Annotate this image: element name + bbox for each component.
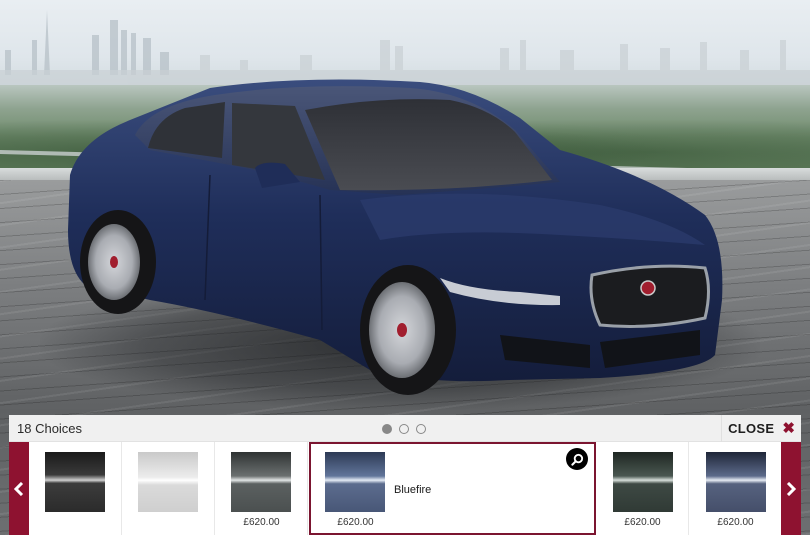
swatch-chip (45, 452, 105, 512)
colour-swatch-selected[interactable]: £620.00 Bluefire (309, 442, 596, 535)
close-label: CLOSE (728, 421, 775, 436)
swatch-chip (231, 452, 291, 512)
jaguar-badge (640, 280, 656, 296)
swatch-chip (613, 452, 673, 512)
swatch-chip (706, 452, 766, 512)
windscreen (305, 99, 552, 191)
swatch-chip (325, 452, 385, 512)
colour-swatch[interactable] (29, 442, 122, 535)
close-button[interactable]: CLOSE ✖ (721, 415, 801, 442)
swatch-price: £620.00 (243, 517, 280, 528)
panel-header: 18 Choices CLOSE ✖ (9, 415, 801, 442)
chevron-left-icon (14, 481, 24, 496)
rear-wheel (80, 210, 156, 314)
zoom-preview-button[interactable] (566, 448, 588, 470)
page-dot-2[interactable] (399, 424, 409, 434)
colour-swatch[interactable] (122, 442, 215, 535)
chevron-right-icon (786, 481, 796, 496)
swatch-chip (138, 452, 198, 512)
carousel-prev-button[interactable] (9, 442, 29, 535)
swatch-price: £620.00 (624, 517, 661, 528)
front-wheel (360, 265, 456, 395)
colour-swatch[interactable]: £620.00 (689, 442, 781, 535)
colour-swatch[interactable]: £620.00 (596, 442, 689, 535)
colour-carousel: £620.00 £620.00 Bluefire £620.00 £620.00 (9, 442, 801, 535)
front-grille (589, 264, 710, 328)
choices-count: 18 Choices (17, 421, 83, 436)
car-image (68, 79, 723, 395)
swatch-name: Bluefire (394, 484, 432, 496)
page-dot-1[interactable] (382, 424, 392, 434)
colour-swatch[interactable]: £620.00 (215, 442, 308, 535)
close-x-icon: ✖ (782, 420, 795, 437)
carousel-pagination (382, 424, 426, 434)
magnifier-icon (570, 453, 583, 466)
swatch-price: £620.00 (337, 517, 374, 528)
carousel-next-button[interactable] (781, 442, 801, 535)
page-dot-3[interactable] (416, 424, 426, 434)
swatch-price: £620.00 (717, 517, 754, 528)
colour-picker-panel: 18 Choices CLOSE ✖ £620.00 £620.00 Bluef… (9, 415, 801, 535)
